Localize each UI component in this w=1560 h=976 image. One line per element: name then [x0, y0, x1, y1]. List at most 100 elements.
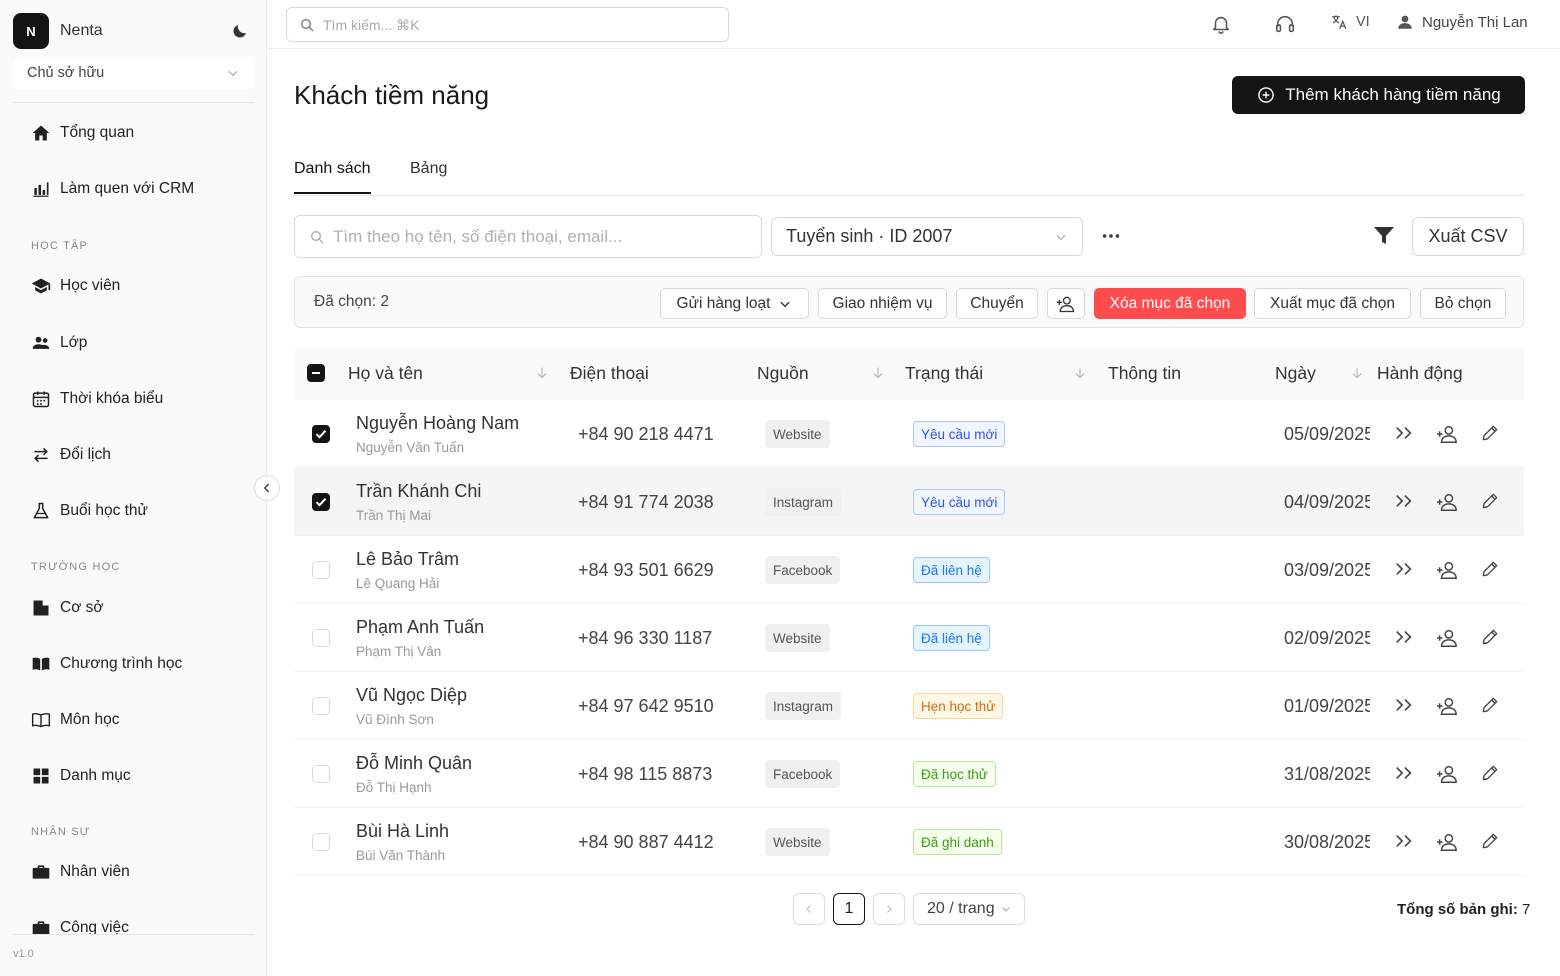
select-all-checkbox[interactable] [307, 364, 325, 382]
assign-user-button[interactable] [1047, 288, 1085, 319]
export-csv-button[interactable]: Xuất CSV [1412, 217, 1524, 256]
tab-list[interactable]: Danh sách [294, 160, 371, 194]
sidebar-item-classes[interactable]: Lớp [30, 328, 87, 358]
global-search[interactable] [286, 7, 729, 42]
assign-user-icon[interactable] [1436, 695, 1458, 717]
sidebar-item-timetable[interactable]: Thời khóa biểu [30, 384, 163, 414]
table-row[interactable]: Vũ Ngọc Diệp Vũ Đình Sơn +84 97 642 9510 In… [294, 672, 1524, 740]
forward-icon[interactable] [1393, 627, 1415, 647]
column-header-status[interactable]: Trạng thái [905, 363, 983, 384]
headset-support-icon[interactable] [1274, 13, 1296, 35]
lead-date: 04/09/2025 [1284, 492, 1370, 512]
chevron-right-icon [887, 905, 892, 913]
send-bulk-button[interactable]: Gửi hàng loạt [660, 288, 809, 319]
sidebar-item-crm-intro[interactable]: Làm quen với CRM [30, 174, 194, 204]
edit-icon[interactable] [1480, 627, 1500, 647]
row-checkbox[interactable] [312, 493, 330, 511]
forward-icon[interactable] [1393, 695, 1415, 715]
lead-name[interactable]: Bùi Hà Linh [356, 821, 449, 842]
row-checkbox[interactable] [312, 629, 330, 647]
add-lead-button-label: Thêm khách hàng tiềm năng [1285, 85, 1501, 104]
global-search-input[interactable] [323, 16, 703, 33]
tab-board[interactable]: Bảng [410, 160, 447, 192]
add-lead-button[interactable]: Thêm khách hàng tiềm năng [1232, 76, 1525, 114]
transfer-button[interactable]: Chuyển [956, 288, 1038, 319]
row-checkbox[interactable] [312, 765, 330, 783]
assign-user-icon[interactable] [1436, 491, 1458, 513]
sort-arrow-icon[interactable] [1349, 365, 1365, 381]
page-number-button[interactable]: 1 [833, 893, 865, 925]
sort-arrow-icon[interactable] [1072, 365, 1088, 381]
edit-icon[interactable] [1480, 831, 1500, 851]
forward-icon[interactable] [1393, 831, 1415, 851]
lead-search[interactable] [294, 215, 762, 258]
table-row[interactable]: Phạm Anh Tuấn Phạm Thị Vân +84 96 330 1187… [294, 604, 1524, 672]
sidebar-item-catalog[interactable]: Danh mục [30, 761, 131, 791]
sort-arrow-icon[interactable] [870, 365, 886, 381]
sidebar-item-employees[interactable]: Nhân viên [30, 857, 130, 887]
table-row[interactable]: Bùi Hà Linh Bùi Văn Thành +84 90 887 4412 W… [294, 808, 1524, 876]
column-header-source[interactable]: Nguồn [757, 363, 809, 384]
language-switcher[interactable]: VI [1330, 13, 1370, 31]
notification-bell-icon[interactable] [1210, 13, 1232, 35]
sidebar-item-students[interactable]: Học viên [30, 271, 120, 301]
more-options-icon[interactable] [1100, 226, 1122, 246]
table-row[interactable]: Nguyễn Hoàng Nam Nguyễn Văn Tuấn +84 90 21… [294, 400, 1524, 468]
campaign-select[interactable]: Tuyển sinh · ID 2007 [771, 217, 1083, 256]
export-selected-button[interactable]: Xuất mục đã chọn [1254, 288, 1411, 319]
assign-user-icon[interactable] [1436, 763, 1458, 785]
sidebar-item-overview[interactable]: Tổng quan [30, 118, 134, 148]
table-row[interactable]: Đỗ Minh Quân Đỗ Thị Hạnh +84 98 115 8873 Fa… [294, 740, 1524, 808]
assign-task-button[interactable]: Giao nhiệm vụ [818, 288, 947, 319]
deselect-button[interactable]: Bỏ chọn [1420, 288, 1506, 319]
forward-icon[interactable] [1393, 559, 1415, 579]
sort-arrow-icon[interactable] [534, 365, 550, 381]
forward-icon[interactable] [1393, 491, 1415, 511]
forward-icon[interactable] [1393, 763, 1415, 783]
lead-name[interactable]: Phạm Anh Tuấn [356, 617, 484, 638]
next-page-button[interactable] [873, 893, 905, 925]
column-header-date[interactable]: Ngày [1275, 363, 1316, 384]
prev-page-button[interactable] [793, 893, 825, 925]
assign-user-icon[interactable] [1436, 423, 1458, 445]
page-size-select[interactable]: 20 / trang [913, 893, 1025, 925]
user-menu[interactable]: Nguyễn Thị Lan [1396, 13, 1528, 31]
lead-name[interactable]: Đỗ Minh Quân [356, 753, 472, 774]
assign-user-icon[interactable] [1436, 627, 1458, 649]
delete-selected-button[interactable]: Xóa mục đã chọn [1094, 288, 1246, 319]
lead-name[interactable]: Vũ Ngọc Diệp [356, 685, 467, 706]
sidebar-divider [13, 102, 254, 103]
status-badge: Đã ghi danh [913, 829, 1002, 855]
parent-name: Phạm Thị Vân [356, 644, 442, 659]
edit-icon[interactable] [1480, 491, 1500, 511]
row-checkbox[interactable] [312, 833, 330, 851]
row-checkbox[interactable] [312, 697, 330, 715]
row-checkbox[interactable] [312, 425, 330, 443]
filter-icon[interactable] [1372, 225, 1396, 247]
sidebar-item-trial-lesson[interactable]: Buổi học thử [30, 496, 148, 526]
sidebar-item-tasks[interactable]: Công việc [30, 913, 129, 934]
sidebar-item-reschedule[interactable]: Đổi lịch [30, 440, 111, 470]
lead-name[interactable]: Trần Khánh Chi [356, 481, 481, 502]
assign-user-icon[interactable] [1436, 559, 1458, 581]
collapse-sidebar-button[interactable] [254, 475, 280, 501]
edit-icon[interactable] [1480, 695, 1500, 715]
sidebar-item-subjects[interactable]: Môn học [30, 705, 119, 735]
column-header-name[interactable]: Họ và tên [348, 363, 423, 384]
lead-search-input[interactable] [333, 226, 753, 247]
table-row[interactable]: Lê Bảo Trâm Lê Quang Hải +84 93 501 6629 Fa… [294, 536, 1524, 604]
lead-name[interactable]: Lê Bảo Trâm [356, 549, 459, 570]
edit-icon[interactable] [1480, 763, 1500, 783]
sidebar-item-curriculum[interactable]: Chương trình học [30, 649, 182, 679]
edit-icon[interactable] [1480, 559, 1500, 579]
role-select[interactable]: Chủ sở hữu [13, 57, 254, 89]
forward-icon[interactable] [1393, 423, 1415, 443]
edit-icon[interactable] [1480, 423, 1500, 443]
campaign-select-value: Tuyển sinh · ID 2007 [786, 226, 953, 246]
assign-user-icon[interactable] [1436, 831, 1458, 853]
sidebar-item-campus[interactable]: Cơ sở [30, 593, 104, 623]
row-checkbox[interactable] [312, 561, 330, 579]
dark-mode-icon[interactable] [231, 22, 249, 40]
table-row[interactable]: Trần Khánh Chi Trần Thị Mai +84 91 774 203… [294, 468, 1524, 536]
lead-name[interactable]: Nguyễn Hoàng Nam [356, 413, 519, 434]
